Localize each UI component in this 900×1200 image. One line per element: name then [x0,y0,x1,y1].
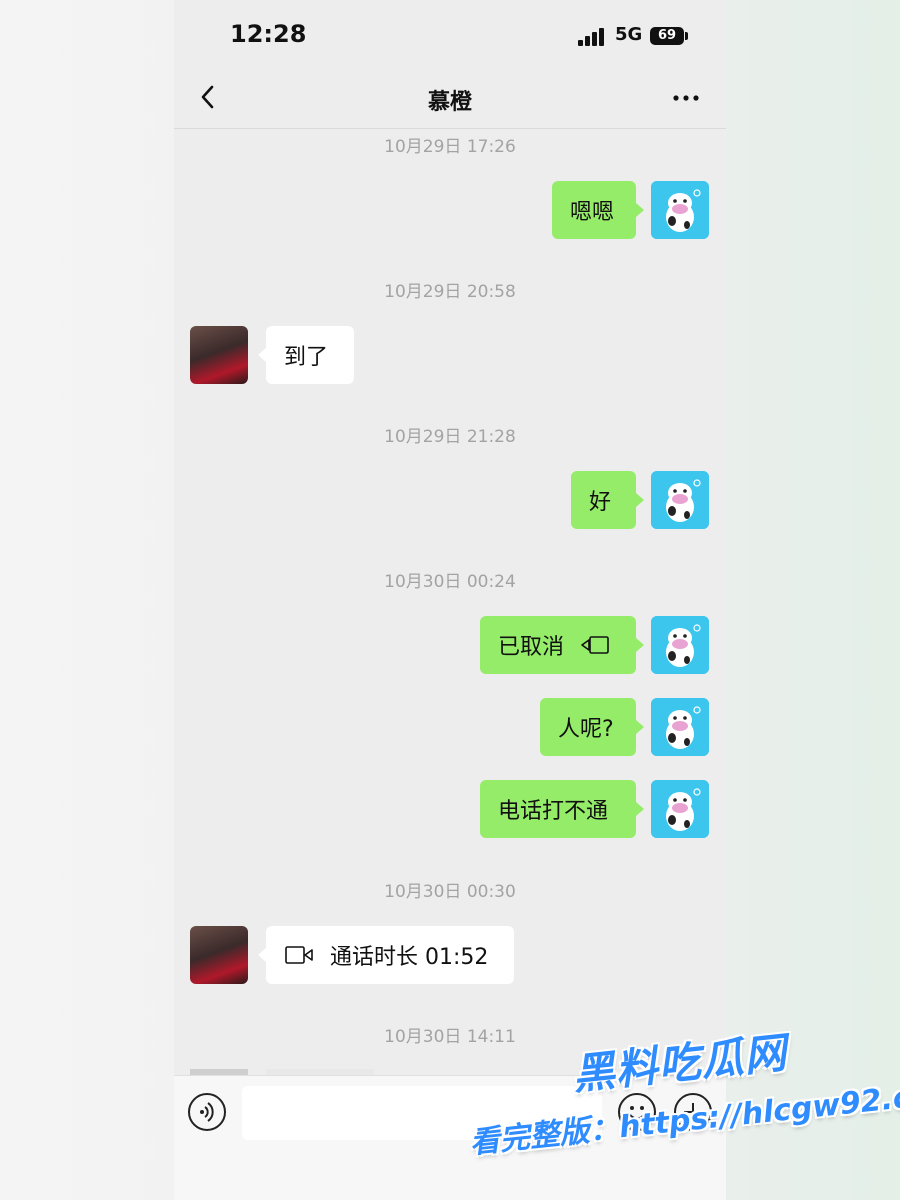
message-text: 嗯嗯 [570,200,615,225]
phone-screen: 12:28 5G 69 慕橙 10月29日 17:26 嗯嗯 10月29日 20… [174,0,726,1200]
message-bubble-sent[interactable]: 电话打不通 [480,780,636,838]
message-bubble-sent[interactable]: 人呢? [540,698,636,756]
bubble-tail [636,638,644,652]
message-text: 已取消 [498,635,565,660]
bubble-tail [636,802,644,816]
contact-avatar[interactable] [190,926,248,984]
my-avatar[interactable] [651,616,709,674]
bubble-tail [258,348,266,362]
chat-header: 慕橙 [174,70,726,129]
video-call-icon [581,636,609,654]
bubble-tail [258,948,266,962]
battery-icon: 69 [650,27,684,45]
message-timestamp: 10月29日 17:26 [384,137,516,157]
message-text: 电话打不通 [498,799,609,824]
cow-sticker-icon [651,780,709,838]
network-type: 5G [615,24,643,45]
my-avatar[interactable] [651,471,709,529]
message-timestamp: 10月30日 00:30 [384,882,516,902]
my-avatar[interactable] [651,181,709,239]
more-dots-icon[interactable] [670,84,702,110]
battery-tip [685,32,688,40]
status-time: 12:28 [230,20,307,48]
cow-sticker-icon [651,181,709,239]
voice-icon[interactable] [188,1093,226,1131]
video-call-icon [285,946,313,964]
message-timestamp: 10月30日 00:24 [384,572,516,592]
message-bubble-received[interactable]: 到了 [266,326,354,384]
message-timestamp: 10月29日 21:28 [384,427,516,447]
call-duration-bubble[interactable]: 通话时长 01:52 [266,926,514,984]
cow-sticker-icon [651,471,709,529]
message-text: 好 [589,490,612,515]
bubble-tail [636,720,644,734]
message-text: 到了 [284,345,329,370]
message-bubble-sent[interactable]: 嗯嗯 [552,181,636,239]
message-bubble-sent[interactable]: 好 [571,471,636,529]
call-cancelled-bubble[interactable]: 已取消 [480,616,636,674]
my-avatar[interactable] [651,780,709,838]
contact-avatar[interactable] [190,326,248,384]
cow-sticker-icon [651,616,709,674]
my-avatar[interactable] [651,698,709,756]
status-bar: 12:28 5G 69 [174,0,726,70]
message-timestamp: 10月29日 20:58 [384,282,516,302]
cellular-signal-icon [578,28,608,46]
chat-title: 慕橙 [427,90,472,115]
bubble-tail [636,203,644,217]
battery-level: 69 [657,28,677,43]
message-text: 人呢? [558,717,614,742]
cow-sticker-icon [651,698,709,756]
message-text: 通话时长 01:52 [330,945,489,970]
bubble-tail [636,493,644,507]
